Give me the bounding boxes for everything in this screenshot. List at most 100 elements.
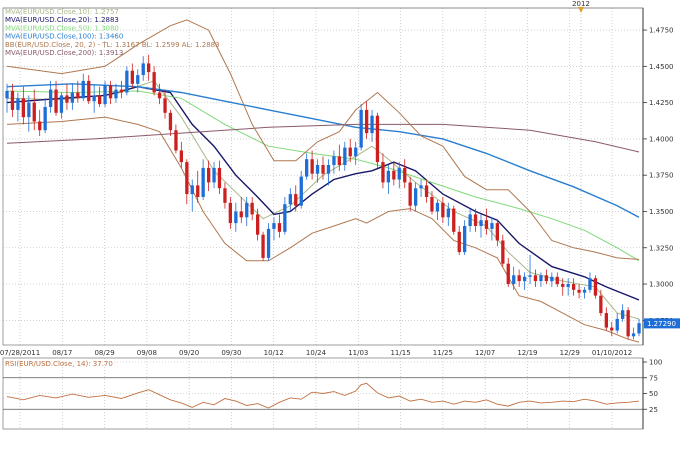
candle-body	[435, 202, 440, 212]
candle-body	[446, 208, 450, 218]
legend-entry: MVA(EUR/USD.Close,100): 1.3460	[5, 33, 123, 41]
date-tick-label: 12/07	[475, 349, 495, 357]
date-tick-label: 10/12	[264, 349, 284, 357]
candle-body	[315, 165, 320, 174]
candle-body	[157, 92, 162, 99]
legend-entry: MVA(EUR/USD.Close,20): 1.2883	[5, 16, 119, 24]
candle-body	[174, 130, 178, 151]
price-tick-label: 1.4000	[649, 135, 674, 143]
candle-body	[185, 162, 189, 194]
candle-body	[631, 333, 636, 337]
candle-body	[38, 121, 42, 131]
price-tick-label: 1.3250	[649, 244, 674, 252]
candle-body	[21, 98, 25, 118]
year-marker-label: 2012	[572, 0, 590, 8]
candle-body	[473, 214, 478, 226]
candle-body	[321, 165, 325, 174]
candle-body	[468, 214, 472, 226]
date-tick-label: 11/25	[433, 349, 453, 357]
candle-body	[354, 147, 358, 157]
candle-body	[256, 214, 260, 235]
price-tick-label: 1.3500	[649, 208, 674, 216]
candle-body	[424, 185, 429, 197]
price-chart: 1.27501.30001.32501.35001.37501.40001.42…	[0, 0, 680, 450]
candle-body	[365, 109, 369, 134]
candle-body	[495, 223, 499, 241]
candle-body	[637, 323, 641, 334]
last-price-label: 1.27290	[647, 320, 676, 328]
candle-body	[179, 150, 183, 163]
candle-body	[201, 167, 205, 197]
candle-body	[550, 276, 554, 282]
candle-body	[283, 204, 287, 232]
candle-body	[621, 310, 625, 319]
candle-body	[544, 275, 548, 282]
candle-body	[125, 70, 129, 93]
legend-entry: BB(EUR/USD.Close, 20, 2) - TL: 1.3167 BL…	[5, 41, 220, 49]
candle-body	[566, 284, 570, 287]
candle-body	[239, 211, 243, 218]
candle-body	[81, 80, 85, 99]
candle-body	[326, 165, 331, 174]
candle-body	[207, 167, 211, 183]
candle-body	[87, 80, 91, 102]
date-tick-label: 01/10/2012	[592, 349, 632, 357]
date-tick-label: 10/24	[306, 349, 327, 357]
candle-body	[348, 147, 352, 157]
candle-body	[272, 223, 276, 229]
candle-body	[65, 95, 69, 103]
date-tick-label: 09/30	[221, 349, 241, 357]
candle-body	[5, 91, 9, 99]
rsi-tick-label: 100	[649, 359, 662, 367]
candle-body	[588, 278, 592, 290]
candle-body	[10, 91, 15, 110]
rsi-legend-entry: RSI(EUR/USD.Close, 14): 37.70	[5, 360, 113, 368]
date-tick-label: 09/08	[137, 349, 157, 357]
candle-body	[70, 92, 74, 103]
candle-body	[517, 275, 521, 282]
candle-body	[332, 156, 336, 165]
candle-body	[386, 170, 390, 183]
legend-entry: MVA(EUR/USD.Close,10): 1.2757	[5, 8, 119, 16]
candle-body	[103, 85, 107, 105]
date-tick-label: 11/15	[390, 349, 410, 357]
candle-body	[403, 167, 407, 183]
candle-body	[359, 109, 363, 148]
candle-body	[119, 89, 124, 93]
candle-body	[561, 284, 565, 287]
candle-body	[539, 275, 543, 282]
candle-body	[310, 159, 314, 174]
candle-body	[136, 75, 140, 84]
candle-body	[397, 167, 401, 180]
candle-body	[523, 276, 527, 282]
date-tick-label: 12/29	[560, 349, 580, 357]
date-tick-label: 08/29	[94, 349, 114, 357]
candle-body	[582, 289, 587, 293]
candle-body	[163, 98, 167, 113]
date-tick-label: 08/17	[52, 349, 72, 357]
candle-body	[288, 194, 292, 205]
price-tick-label: 1.3000	[649, 281, 674, 289]
candle-body	[234, 211, 238, 224]
candle-body	[190, 185, 194, 195]
candle-body	[577, 289, 581, 293]
candle-body	[599, 295, 603, 314]
candle-body	[299, 176, 303, 206]
candle-body	[141, 63, 145, 75]
candle-body	[152, 72, 156, 93]
candle-body	[92, 95, 96, 102]
candle-body	[32, 102, 36, 122]
candle-body	[533, 275, 538, 282]
candle-body	[479, 220, 483, 226]
candle-body	[43, 107, 47, 131]
candle-body	[593, 278, 598, 296]
candle-body	[392, 170, 396, 180]
candle-body	[76, 92, 80, 99]
candle-body	[555, 276, 559, 285]
candle-body	[294, 194, 298, 206]
candle-body	[266, 228, 271, 258]
candle-body	[305, 159, 309, 177]
date-tick-label: 09/20	[179, 349, 199, 357]
candle-body	[49, 89, 53, 107]
chart-background	[0, 0, 680, 450]
